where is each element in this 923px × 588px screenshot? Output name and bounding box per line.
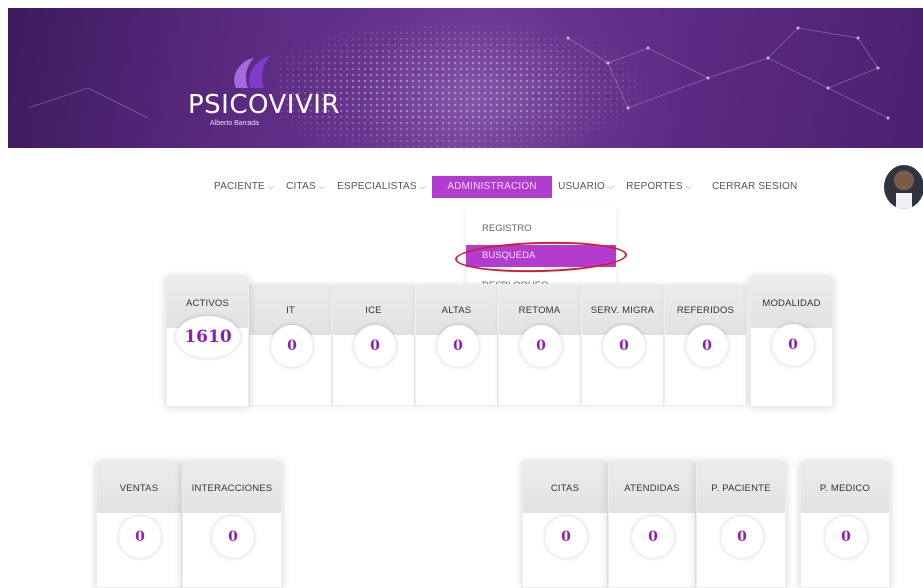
stat-label: MODALIDAD (751, 278, 832, 328)
stat-label: VENTAS (97, 463, 181, 513)
chevron-down-icon: ⌵ (419, 182, 427, 191)
stat-card-citas[interactable]: CITAS 0 (522, 462, 608, 588)
stat-card-it[interactable]: IT 0 (249, 284, 332, 406)
stat-value: 0 (437, 325, 479, 367)
stat-value: 0 (119, 516, 161, 558)
stat-value: 0 (354, 325, 396, 367)
nav-item-usuario[interactable]: USUARIO ⌵ (552, 176, 620, 198)
stat-label: INTERACCIONES (183, 463, 281, 513)
stat-card-ice[interactable]: ICE 0 (332, 284, 415, 406)
nav-item-especialistas[interactable]: ESPECIALISTAS ⌵ (331, 176, 432, 198)
stat-label: P. MEDICO (801, 463, 889, 513)
nav-item-label: PACIENTE (214, 181, 265, 192)
chevron-down-icon: ⌵ (318, 182, 326, 191)
stat-value: 1610 (176, 316, 240, 358)
stat-value: 0 (545, 516, 587, 558)
stat-value: 0 (520, 325, 562, 367)
stat-card-activos[interactable]: ACTIVOS 1610 (166, 277, 249, 407)
brand-logo-icon (234, 56, 270, 88)
nav-item-label: CITAS (286, 181, 316, 192)
main-nav: PACIENTE ⌵ CITAS ⌵ ESPECIALISTAS ⌵ ADMIN… (208, 176, 803, 198)
nav-item-reportes[interactable]: REPORTES ⌵ (620, 176, 698, 198)
stat-card-retoma[interactable]: RETOMA 0 (498, 284, 581, 406)
stat-card-referidos[interactable]: REFERIDOS 0 (664, 284, 747, 406)
nav-item-administracion[interactable]: ADMINISTRACION (432, 176, 553, 198)
nav-item-citas[interactable]: CITAS ⌵ (280, 176, 331, 198)
stat-card-altas[interactable]: ALTAS 0 (415, 284, 498, 406)
stat-card-ventas[interactable]: VENTAS 0 (96, 462, 182, 588)
stat-card-interacciones[interactable]: INTERACCIONES 0 (182, 462, 282, 588)
stat-label: P. PACIENTE (697, 463, 785, 513)
stat-card-p-paciente[interactable]: P. PACIENTE 0 (696, 462, 786, 588)
header-banner: PSICOVIVIR Alberto Barrada (8, 8, 923, 148)
nav-item-label: USUARIO (558, 181, 606, 192)
nav-item-label: REPORTES (626, 181, 683, 192)
stat-value: 0 (686, 325, 728, 367)
nav-item-label: ADMINISTRACION (447, 181, 537, 192)
brand-name: PSICOVIVIR (188, 90, 340, 120)
stat-value: 0 (632, 516, 674, 558)
stat-card-atendidas[interactable]: ATENDIDAS 0 (608, 462, 696, 588)
stat-card-modalidad[interactable]: MODALIDAD 0 (750, 277, 833, 407)
user-avatar[interactable] (884, 165, 923, 209)
constellation-lines (27, 26, 890, 120)
stat-label: ATENDIDAS (609, 463, 695, 513)
stat-card-serv-migra[interactable]: SERV. MIGRA 0 (581, 284, 664, 406)
dropdown-item-registro[interactable]: REGISTRO (482, 223, 532, 234)
nav-item-paciente[interactable]: PACIENTE ⌵ (208, 176, 280, 198)
brand-subtitle: Alberto Barrada (210, 120, 260, 127)
nav-item-label: ESPECIALISTAS (337, 181, 417, 192)
stat-value: 0 (772, 324, 814, 366)
stat-value: 0 (603, 325, 645, 367)
stat-value: 0 (271, 325, 313, 367)
nav-item-label: CERRAR SESION (712, 181, 798, 192)
avatar-shirt (896, 193, 912, 209)
stat-card-p-medico[interactable]: P. MEDICO 0 (800, 462, 890, 588)
nav-item-cerrar-sesion[interactable]: CERRAR SESION (706, 176, 803, 198)
stat-value: 0 (825, 516, 867, 558)
chevron-down-icon: ⌵ (267, 182, 275, 191)
stat-label: CITAS (523, 463, 607, 513)
chevron-down-icon: ⌵ (608, 182, 615, 191)
chevron-down-icon: ⌵ (685, 182, 692, 191)
stat-value: 0 (721, 516, 763, 558)
stat-value: 0 (212, 516, 254, 558)
